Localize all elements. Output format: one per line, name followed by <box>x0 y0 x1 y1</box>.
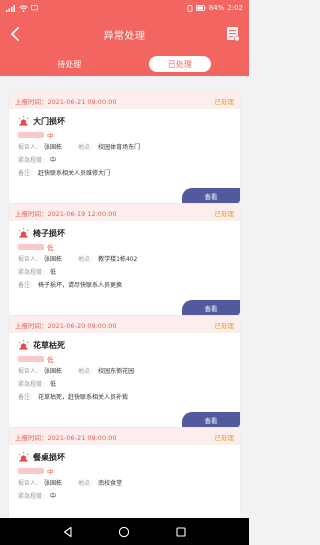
reporter-value: 张国栋 <box>44 256 63 263</box>
card-body: 椅子损坏 低 报告人: 张国栋 地点: 教学楼1栋402 紧急程度: 低 备注:… <box>9 221 240 315</box>
exception-card[interactable]: 上报时间：2021-06-19 12:00:00 已处理 椅子损坏 低 报告人:… <box>9 204 240 315</box>
tab-pending[interactable]: 待处理 <box>38 56 100 72</box>
urgency-value: 低 <box>50 269 57 276</box>
nav-recents-icon[interactable] <box>175 526 187 538</box>
clock-time: 2:02 <box>227 4 243 12</box>
report-time: 上报时间：2021-06-21 09:00:00 <box>15 97 117 106</box>
back-arrow-icon[interactable] <box>8 25 24 43</box>
report-time: 上报时间：2021-06-21 09:00:00 <box>15 433 117 442</box>
location-value: 南校食堂 <box>98 480 123 487</box>
report-list-icon[interactable] <box>226 26 240 42</box>
reporter-value: 张国栋 <box>44 144 63 151</box>
level-bar <box>18 131 44 138</box>
system-nav-bar <box>0 518 249 545</box>
level-text: 中 <box>47 131 54 140</box>
view-button[interactable]: 查看 <box>182 300 240 315</box>
status-badge: 已处理 <box>214 321 235 330</box>
card-header: 上报时间：2021-06-21 09:00:00 已处理 <box>9 92 240 109</box>
alarm-light-icon <box>18 451 29 462</box>
urgency-value: 中 <box>50 157 57 164</box>
battery-percent: 84% <box>208 4 225 12</box>
signal-icon <box>6 4 15 12</box>
reporter-value: 张国栋 <box>44 368 63 375</box>
battery-icon <box>195 5 206 11</box>
exception-list[interactable]: 上报时间：2021-06-21 09:00:00 已处理 大门损坏 中 报告人:… <box>0 78 249 518</box>
reporter-label: 报告人: <box>18 256 39 263</box>
remark-label: 备注: <box>18 282 33 289</box>
status-left <box>6 4 38 12</box>
card-title: 大门损坏 <box>33 116 65 126</box>
status-badge: 已处理 <box>214 209 235 218</box>
app-header: 异常处理 <box>0 16 249 52</box>
urgency-label: 紧急程度: <box>18 157 45 164</box>
card-body: 花草枯死 低 报告人: 张国栋 地点: 校园东侧花园 紧急程度: 低 备注: 花… <box>9 333 240 427</box>
level-bar <box>18 467 44 474</box>
card-header: 上报时间：2021-06-19 12:00:00 已处理 <box>9 204 240 221</box>
urgency-label: 紧急程度: <box>18 269 45 276</box>
report-time: 上报时间：2021-06-20 09:00:00 <box>15 321 117 330</box>
location-label: 地点: <box>78 480 93 487</box>
level-bar <box>18 355 44 362</box>
nav-home-icon[interactable] <box>118 526 130 538</box>
status-right: 84% 2:02 <box>187 4 243 12</box>
page-title: 异常处理 <box>103 30 146 42</box>
message-icon <box>31 5 38 11</box>
urgency-value: 中 <box>50 493 57 500</box>
alarm-light-icon <box>18 115 29 126</box>
card-body: 餐桌损坏 中 报告人: 张国栋 地点: 南校食堂 紧急程度: 中 <box>9 445 240 518</box>
reporter-value: 张国栋 <box>44 480 63 487</box>
status-badge: 已处理 <box>214 97 235 106</box>
alarm-light-icon <box>18 227 29 238</box>
exception-card[interactable]: 上报时间：2021-06-21 09:00:00 已处理 餐桌损坏 中 报告人:… <box>9 428 240 518</box>
view-button[interactable]: 查看 <box>182 188 240 203</box>
exception-card[interactable]: 上报时间：2021-06-20 09:00:00 已处理 花草枯死 低 报告人:… <box>9 316 240 427</box>
level-text: 低 <box>47 243 54 252</box>
view-button[interactable]: 查看 <box>182 412 240 427</box>
location-value: 校园东侧花园 <box>98 368 135 375</box>
card-title: 餐桌损坏 <box>33 452 65 462</box>
reporter-label: 报告人: <box>18 480 39 487</box>
location-value: 校园体育场东门 <box>98 144 141 151</box>
card-title: 椅子损坏 <box>33 228 65 238</box>
location-label: 地点: <box>78 256 93 263</box>
exception-card[interactable]: 上报时间：2021-06-21 09:00:00 已处理 大门损坏 中 报告人:… <box>9 92 240 203</box>
wifi-icon <box>19 5 28 12</box>
card-body: 大门损坏 中 报告人: 张国栋 地点: 校园体育场东门 紧急程度: 中 备注: … <box>9 109 240 203</box>
tab-bar: 待处理 已处理 <box>0 52 249 76</box>
card-header: 上报时间：2021-06-20 09:00:00 已处理 <box>9 316 240 333</box>
tab-processed[interactable]: 已处理 <box>148 56 211 72</box>
remark-value: 椅子损坏，请尽快联系人员更换 <box>38 282 123 289</box>
level-text: 低 <box>47 355 54 364</box>
reporter-label: 报告人: <box>18 368 39 375</box>
remark-value: 花草枯死，赶快联系相关人员补栽 <box>38 394 129 401</box>
reporter-label: 报告人: <box>18 144 39 151</box>
card-title: 花草枯死 <box>33 340 65 350</box>
status-bar: 84% 2:02 <box>0 0 249 16</box>
report-time: 上报时间：2021-06-19 12:00:00 <box>15 209 117 218</box>
location-value: 教学楼1栋402 <box>98 256 138 263</box>
level-bar <box>18 243 44 250</box>
location-label: 地点: <box>78 144 93 151</box>
level-text: 中 <box>47 467 54 476</box>
urgency-value: 低 <box>50 381 57 388</box>
remark-label: 备注: <box>18 394 33 401</box>
status-badge: 已处理 <box>214 433 235 442</box>
alarm-light-icon <box>18 339 29 350</box>
location-label: 地点: <box>78 368 93 375</box>
urgency-label: 紧急程度: <box>18 381 45 388</box>
remark-label: 备注: <box>18 170 33 177</box>
card-header: 上报时间：2021-06-21 09:00:00 已处理 <box>9 428 240 445</box>
vibrate-icon <box>187 4 193 12</box>
urgency-label: 紧急程度: <box>18 493 45 500</box>
remark-value: 赶快联系相关人员维修大门 <box>38 170 111 177</box>
nav-back-icon[interactable] <box>62 526 74 538</box>
